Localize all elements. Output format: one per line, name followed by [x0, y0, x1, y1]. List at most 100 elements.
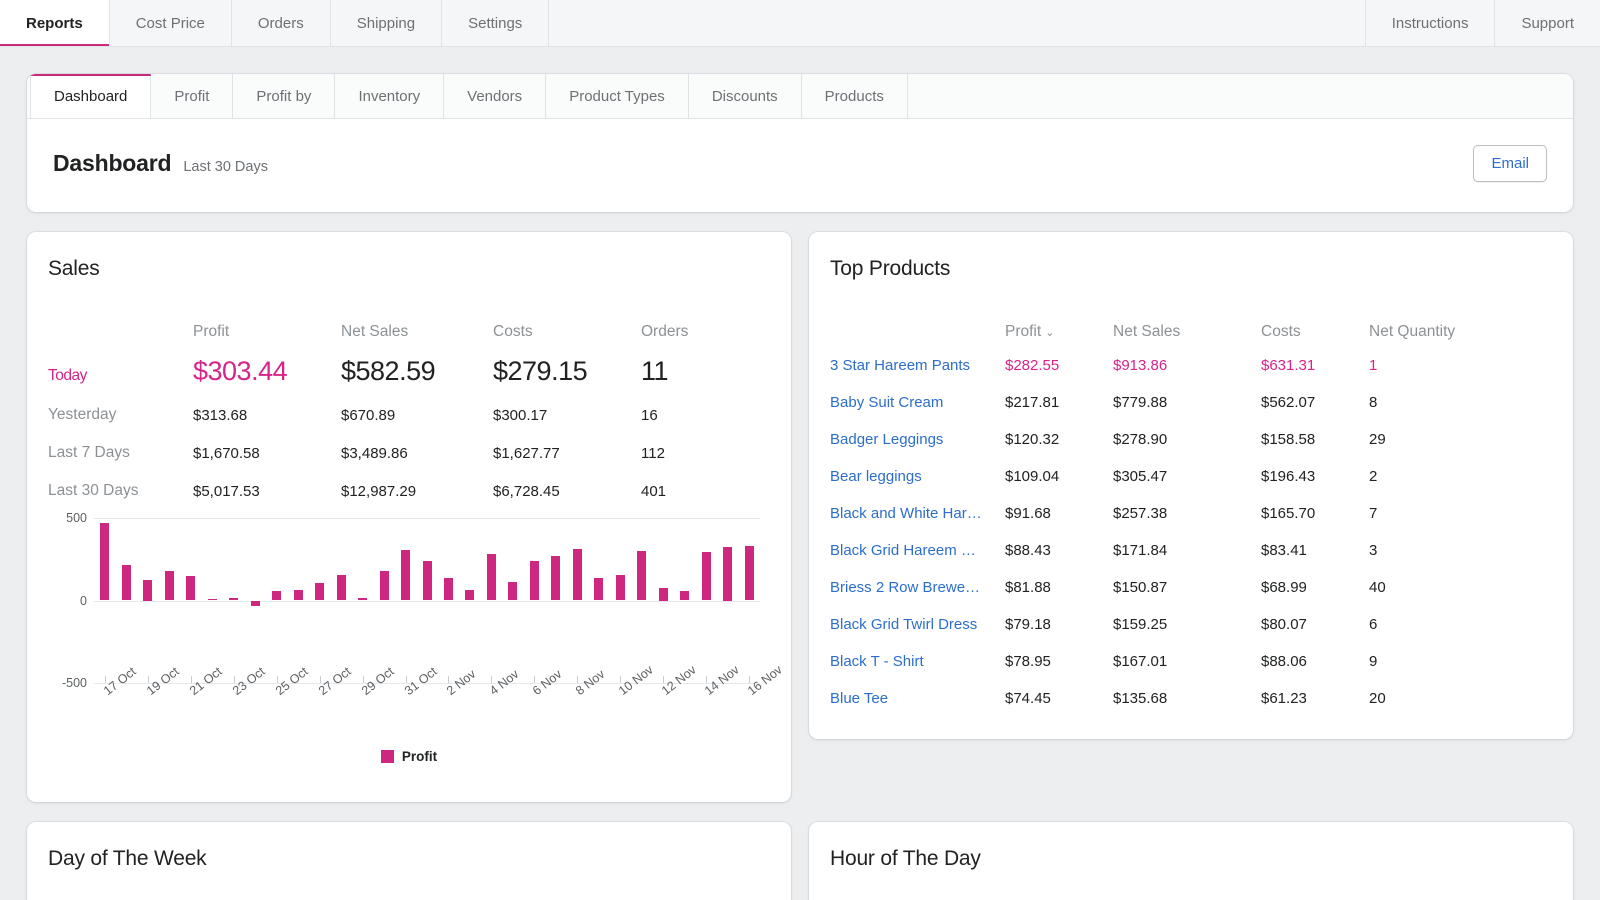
- tp-col-profit[interactable]: Profit⌄: [999, 281, 1107, 347]
- chart-bar[interactable]: [659, 588, 668, 600]
- chart-bar-slot[interactable]: [94, 518, 115, 683]
- email-button[interactable]: Email: [1473, 145, 1547, 182]
- product-link[interactable]: Briess 2 Row Brewe…: [830, 579, 980, 596]
- tp-col-costs[interactable]: Costs: [1255, 281, 1363, 347]
- app-tab-settings[interactable]: Settings: [442, 0, 549, 47]
- tab-profit[interactable]: Profit: [151, 74, 233, 118]
- chart-bar[interactable]: [444, 578, 453, 600]
- product-link[interactable]: Black T - Shirt: [830, 653, 924, 670]
- chart-bar-slot[interactable]: [717, 518, 738, 683]
- sales-col-orders: Orders: [635, 281, 791, 347]
- chart-bar[interactable]: [723, 547, 732, 601]
- chart-bar[interactable]: [745, 546, 754, 600]
- chart-bar-slot[interactable]: [653, 518, 674, 683]
- chart-bar[interactable]: [530, 561, 539, 600]
- chart-bar[interactable]: [680, 591, 689, 601]
- chart-bar[interactable]: [702, 552, 711, 601]
- product-link[interactable]: Badger Leggings: [830, 431, 943, 448]
- chart-bar-slot[interactable]: [373, 518, 394, 683]
- chart-bar-slot[interactable]: [696, 518, 717, 683]
- chart-bar[interactable]: [294, 590, 303, 600]
- chart-bar-slot[interactable]: [137, 518, 158, 683]
- product-link[interactable]: Blue Tee: [830, 690, 888, 707]
- sales-cell-net-sales: $12,987.29: [335, 472, 487, 510]
- chart-bar-slot[interactable]: [266, 518, 287, 683]
- tp-cell-net-sales: $167.01: [1107, 643, 1255, 680]
- chart-bar-slot[interactable]: [459, 518, 480, 683]
- tab-products[interactable]: Products: [802, 74, 908, 118]
- product-link[interactable]: Black Grid Twirl Dress: [830, 616, 977, 633]
- chart-bar[interactable]: [251, 601, 260, 607]
- product-link[interactable]: 3 Star Hareem Pants: [830, 357, 970, 374]
- tp-col-net-quantity[interactable]: Net Quantity: [1363, 281, 1573, 347]
- product-link[interactable]: Black Grid Hareem …: [830, 542, 976, 559]
- chart-bar[interactable]: [423, 561, 432, 601]
- chart-bar[interactable]: [165, 571, 174, 600]
- chart-bar-slot[interactable]: [416, 518, 437, 683]
- chart-bar[interactable]: [358, 598, 367, 601]
- chart-bar-slot[interactable]: [739, 518, 760, 683]
- sales-cell-net-sales: $3,489.86: [335, 434, 487, 472]
- chart-bar[interactable]: [143, 580, 152, 601]
- app-tab-orders[interactable]: Orders: [232, 0, 331, 47]
- tab-vendors[interactable]: Vendors: [444, 74, 546, 118]
- chart-bar[interactable]: [487, 554, 496, 601]
- chart-bar[interactable]: [208, 599, 217, 601]
- chart-bar-slot[interactable]: [180, 518, 201, 683]
- chart-bar-slot[interactable]: [481, 518, 502, 683]
- chart-bar[interactable]: [100, 523, 109, 601]
- chart-bar[interactable]: [573, 549, 582, 600]
- app-tab-support[interactable]: Support: [1494, 0, 1600, 47]
- chart-bar[interactable]: [186, 576, 195, 600]
- chart-bar[interactable]: [594, 578, 603, 600]
- chart-bar[interactable]: [229, 598, 238, 600]
- tp-cell-net-quantity: 6: [1363, 606, 1573, 643]
- chart-bar[interactable]: [315, 583, 324, 601]
- app-top-bar-spacer: [549, 0, 1364, 47]
- chart-bar[interactable]: [337, 575, 346, 601]
- chart-bar-slot[interactable]: [395, 518, 416, 683]
- product-link[interactable]: Bear leggings: [830, 468, 922, 485]
- chart-bar[interactable]: [616, 575, 625, 601]
- tp-col-net-sales[interactable]: Net Sales: [1107, 281, 1255, 347]
- chart-bar[interactable]: [465, 590, 474, 600]
- tab-product-types[interactable]: Product Types: [546, 74, 689, 118]
- app-tab-shipping[interactable]: Shipping: [331, 0, 442, 47]
- chart-bar-slot[interactable]: [631, 518, 652, 683]
- chart-bar-slot[interactable]: [330, 518, 351, 683]
- app-tab-cost-price[interactable]: Cost Price: [110, 0, 232, 47]
- chart-bar-slot[interactable]: [244, 518, 265, 683]
- tab-inventory[interactable]: Inventory: [335, 74, 444, 118]
- tab-profit-by[interactable]: Profit by: [233, 74, 335, 118]
- chart-bar-slot[interactable]: [588, 518, 609, 683]
- chart-bar-slot[interactable]: [524, 518, 545, 683]
- chart-bar-slot[interactable]: [115, 518, 136, 683]
- chart-bar-slot[interactable]: [158, 518, 179, 683]
- app-tab-reports[interactable]: Reports: [0, 0, 110, 47]
- chart-bar-slot[interactable]: [352, 518, 373, 683]
- chart-bar-slot[interactable]: [438, 518, 459, 683]
- chart-bar-slot[interactable]: [287, 518, 308, 683]
- chart-bar[interactable]: [637, 551, 646, 601]
- chart-bar-slot[interactable]: [545, 518, 566, 683]
- product-link[interactable]: Baby Suit Cream: [830, 394, 943, 411]
- chart-bar-slot[interactable]: [610, 518, 631, 683]
- chart-bar[interactable]: [508, 582, 517, 600]
- chart-bar-slot[interactable]: [309, 518, 330, 683]
- chart-bar-slot[interactable]: [567, 518, 588, 683]
- tab-discounts[interactable]: Discounts: [689, 74, 802, 118]
- sales-cell-costs: $1,627.77: [487, 434, 635, 472]
- chart-bar[interactable]: [122, 565, 131, 600]
- chart-bar[interactable]: [380, 571, 389, 600]
- chart-bar-slot[interactable]: [502, 518, 523, 683]
- chart-bar[interactable]: [401, 550, 410, 600]
- tp-cell-net-sales: $171.84: [1107, 532, 1255, 569]
- tab-dashboard[interactable]: Dashboard: [30, 74, 151, 118]
- chart-bar[interactable]: [272, 591, 281, 601]
- chart-bar-slot[interactable]: [201, 518, 222, 683]
- chart-bar-slot[interactable]: [223, 518, 244, 683]
- chart-bar[interactable]: [551, 556, 560, 601]
- chart-bar-slot[interactable]: [674, 518, 695, 683]
- product-link[interactable]: Black and White Har…: [830, 505, 982, 522]
- app-tab-instructions[interactable]: Instructions: [1365, 0, 1495, 47]
